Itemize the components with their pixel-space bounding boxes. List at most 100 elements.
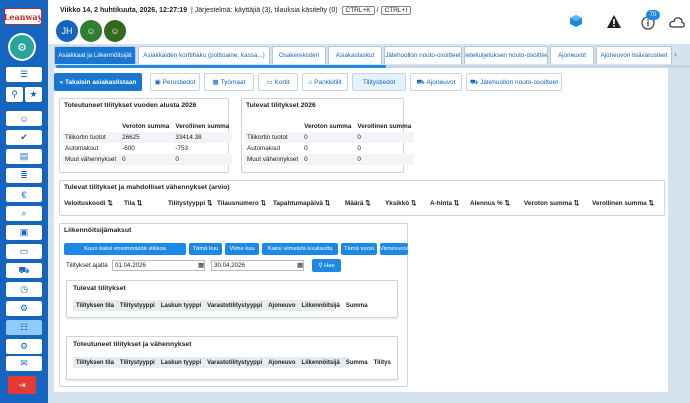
column-label: Laskun tyyppi [160,302,202,309]
tab-sludge-pickup[interactable]: Lietekuljetuksen nouto-osoitteet [464,46,548,64]
app-logo[interactable]: Leanway [4,8,42,25]
subnav-vehicles[interactable]: ⛟ Ajoneuvot [410,73,462,91]
search-button[interactable]: ⚲ Hae [312,259,341,272]
upcoming-settlements-panel: Tulevat tilitykset 2026 Veroton summa Ver… [241,98,415,173]
column-label: Liikennöitsijä [301,359,340,366]
column-header-unit-price[interactable]: A-hinta ⇅ [430,194,459,212]
column-label: Tila [124,199,135,207]
table-header: Verollinen summa [357,123,412,130]
search-icon[interactable]: ⚲ [6,87,23,102]
star-icon[interactable]: ★ [25,87,42,102]
table-cell: 26625 [119,132,173,143]
cloud-icon[interactable] [668,13,686,31]
subnav-cards[interactable]: ▭ Kortit [258,73,298,91]
id-card-icon: ▣ [154,79,163,86]
subnav-worksites[interactable]: ▦ Työmaat [204,73,254,91]
column-header-gross-sum[interactable]: Verollinen summa ⇅ [592,194,654,212]
subnav-basic-info[interactable]: ▣ Perustiedot [150,73,200,91]
column-header-order-number[interactable]: Tilausnumero ⇅ [217,194,266,212]
date-to-input[interactable]: 30.04.2026 [211,260,304,271]
settings-icon[interactable]: ⚙ [6,339,42,354]
column-label: Määrä [345,199,364,207]
avatar-user-2[interactable]: ☺ [80,20,102,42]
header-datetime: Viikko 14, 2 huhtikuuta, 2026, 12:27:19 [60,7,188,14]
last-year-button[interactable]: Viimevuosi [380,243,408,255]
subnav-settlement-info[interactable]: Tilitystiedot [352,73,406,91]
avatar[interactable]: JH [56,20,78,42]
subnav-label: Pankkitilit [314,78,342,86]
list-icon[interactable]: ≣ [6,168,42,183]
chat-icon[interactable]: ✉ [6,356,42,371]
realized-settlements-panel: Toteutuneet tilitykset vuoden alusta 202… [59,98,233,173]
table-header: Veroton summa [304,123,352,130]
last-month-button[interactable]: Viime kuu [225,243,259,255]
tab-waste-pickup[interactable]: Jätehuollon nouto-osoitteet [384,46,462,64]
warning-icon[interactable] [605,12,623,30]
column-header-unit[interactable]: Yksikkö ⇅ [385,194,416,212]
back-to-customers-button[interactable]: « Takaisin asiakaslistaan [54,73,142,91]
column-header-quantity[interactable]: Määrä ⇅ [345,194,371,212]
subnav-waste-pickup[interactable]: ⛟ Jätehuollon nouto-osoitteet [466,73,562,91]
calendar-icon[interactable]: ▦ [198,261,204,269]
subnav-label: Työmaat [220,78,246,86]
user-chat-icon[interactable]: ☺ [6,111,42,126]
clipboard-check-icon[interactable]: ✔ [6,130,42,145]
user-settings-icon[interactable]: ⚙ [6,301,42,316]
operator-fees-panel: Liikennöitsijämaksut Kuun kaksi ensimmäi… [59,223,408,387]
subnav-bank-accounts[interactable]: ⌂ Pankkitilit [302,73,348,91]
document-icon[interactable]: ▤ [6,149,42,164]
user-menu-button[interactable]: ⚙ [8,33,36,61]
search-document-icon[interactable]: ⌕ [6,206,42,221]
logout-icon[interactable]: ⇥ [8,376,36,394]
tab-card-search[interactable]: Asiakkaiden korttihaku (polttoaine, kass… [138,46,270,64]
column-label: Tilausnumero [217,199,259,207]
users-icon[interactable]: ☷ [6,320,42,335]
column-header-discount[interactable]: Alennus % ⇅ [470,194,510,212]
tab-vehicle-accessories[interactable]: Ajoneuvon lisävarusteet [596,46,672,64]
tab-customer-invoices[interactable]: Asiakaslaskut [328,46,382,64]
cube-icon[interactable] [567,12,585,30]
sort-icon: ⇅ [136,200,143,207]
first-two-weeks-button[interactable]: Kuun kaksi ensimmäistä viikkoa [64,243,186,255]
column-label: Alennus % [470,199,503,207]
id-card-icon[interactable]: ▣ [6,225,42,240]
avatar-user-3[interactable]: ☺ [104,20,126,42]
upcoming-settlements-table: Veroton summa Verollinen summa Tilikortin… [244,121,415,165]
table-header [244,121,301,132]
table-cell: Tilikortin tuotot [244,132,302,143]
tab-share-register[interactable]: Osakerekisteri [272,46,326,64]
menu-list-icon[interactable]: ☰ [6,67,42,82]
column-header-settlement-type[interactable]: Tilitystyyppi ⇅ [168,194,212,212]
sort-icon: ⇅ [365,200,371,207]
subnav-label: Perustiedot [162,78,196,86]
date-from-input[interactable]: 01.04.2026 [112,260,205,271]
shortcut-ctrl-i[interactable]: CTRL+I [380,6,412,15]
shortcut-separator: / [376,7,379,14]
user-clock-icon[interactable]: ◷ [6,282,42,297]
tab-vehicles[interactable]: Ajoneuvot [550,46,594,64]
system-label: Järjestelmä: [194,7,233,14]
column-label: Summa [345,302,368,309]
shortcut-ctrl-k[interactable]: CTRL+K [341,6,375,15]
realized-operator-settlements-title: Toteutuneet tilitykset ja vähennykset [73,341,192,348]
folder-icon[interactable]: ▭ [6,244,42,259]
building-icon: ▦ [212,79,221,86]
table-cell: 0 [354,132,415,143]
upcoming-settlements-title: Tulevat tilitykset 2026 [246,102,316,109]
table-cell: Muut vähennykset [62,154,120,165]
column-header-status[interactable]: Tila ⇅ [124,194,142,212]
column-header-event-date[interactable]: Tapahtumapäivä ⇅ [273,194,330,212]
truck-icon[interactable]: ⛟ [6,263,42,278]
column-header-charge-code[interactable]: Veloituskoodi ⇅ [64,194,113,212]
tab-customers-operators[interactable]: Asiakkaat ja Liikennöitsijät [54,46,136,64]
column-header-net-sum[interactable]: Veroton summa ⇅ [524,194,579,212]
calendar-icon[interactable]: ▦ [297,261,303,269]
tabs-scroll-right-icon[interactable]: › [674,50,677,59]
table-cell: 0 [354,154,415,165]
sort-icon: ⇅ [410,200,417,207]
euro-icon[interactable]: € [6,187,42,202]
this-month-button[interactable]: Tämä kuu [189,243,222,255]
table-cell: 0 [301,132,355,143]
this-year-button[interactable]: Tämä vuosi [341,243,377,255]
last-two-months-button[interactable]: Kaksi viimeistä kuukautta [262,243,338,255]
